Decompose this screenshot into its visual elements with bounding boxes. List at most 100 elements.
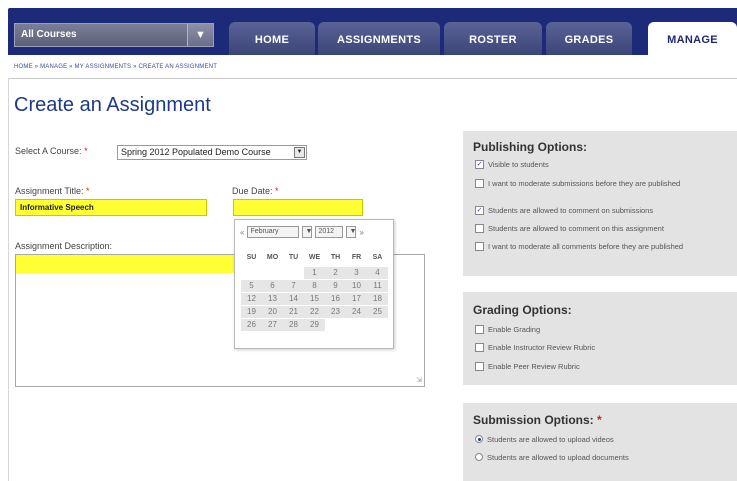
calendar-day[interactable]: 9 — [325, 280, 346, 292]
chevron-down-icon[interactable]: ▼ — [187, 24, 213, 46]
select-course-text: Select A Course: — [15, 146, 82, 156]
checkbox[interactable] — [475, 325, 484, 334]
calendar-day[interactable]: 6 — [262, 280, 283, 292]
option-comment-on-assignment[interactable]: Students are allowed to comment on this … — [475, 224, 730, 233]
calendar-day[interactable]: 14 — [283, 293, 304, 305]
required-mark: * — [86, 186, 90, 196]
calendar-day[interactable]: 23 — [325, 306, 346, 318]
due-date-input[interactable] — [233, 199, 363, 216]
calendar-day[interactable]: 17 — [346, 293, 367, 305]
weekday-label: SA — [372, 254, 383, 261]
chevron-down-icon[interactable]: ▼ — [294, 147, 305, 158]
tab-home[interactable]: HOME — [229, 22, 315, 55]
next-month-button[interactable]: » — [359, 228, 363, 237]
calendar-day[interactable]: 10 — [346, 280, 367, 292]
calendar-day[interactable]: 12 — [241, 293, 262, 305]
calendar-day[interactable]: 3 — [346, 267, 367, 279]
option-moderate-comments[interactable]: I want to moderate all comments before t… — [475, 242, 730, 251]
course-selector[interactable]: All Courses ▼ — [14, 23, 214, 47]
option-label: I want to moderate submissions before th… — [488, 179, 681, 188]
title-label: Assignment Title: * — [15, 186, 90, 196]
header-divider — [8, 78, 737, 79]
radio-selected[interactable] — [475, 435, 483, 443]
top-navigation: All Courses ▼ HOME ASSIGNMENTS ROSTER GR… — [0, 0, 737, 55]
tab-manage[interactable]: MANAGE — [648, 22, 737, 55]
course-dropdown[interactable]: Spring 2012 Populated Demo Course ▼ — [117, 145, 307, 160]
calendar-day-empty — [367, 319, 388, 331]
calendar-day[interactable]: 1 — [304, 267, 325, 279]
calendar-day[interactable]: 20 — [262, 306, 283, 318]
checkbox[interactable] — [475, 242, 484, 251]
prev-month-button[interactable]: « — [240, 228, 244, 237]
calendar-grid: SU MO TU WE TH FR SA 1 2 3 4 5 6 7 8 9 1… — [241, 254, 389, 331]
calendar-day-empty — [241, 267, 262, 279]
option-label: Enable Instructor Review Rubric — [488, 343, 596, 352]
calendar-day-empty — [325, 319, 346, 331]
year-select[interactable]: 2012 — [315, 226, 344, 238]
title-label-text: Assignment Title: — [15, 186, 84, 196]
calendar-day[interactable]: 26 — [241, 319, 262, 331]
calendar-day[interactable]: 15 — [304, 293, 325, 305]
option-instructor-rubric[interactable]: Enable Instructor Review Rubric — [475, 343, 730, 352]
option-upload-documents[interactable]: Students are allowed to upload documents — [475, 453, 730, 462]
assignment-title-input[interactable]: Informative Speech — [15, 199, 207, 216]
chevron-down-icon[interactable]: ▼ — [302, 226, 313, 238]
tab-assignments[interactable]: ASSIGNMENTS — [318, 22, 440, 55]
resize-grip-icon[interactable]: ⇲ — [416, 376, 422, 384]
option-label: Visible to students — [488, 160, 549, 169]
content-border — [8, 78, 9, 481]
submission-options-text: Submission Options: — [473, 413, 594, 427]
publishing-options-panel: Publishing Options: ✓ Visible to student… — [463, 131, 737, 276]
calendar-day[interactable]: 25 — [367, 306, 388, 318]
calendar-day[interactable]: 4 — [367, 267, 388, 279]
month-select[interactable]: February — [247, 226, 300, 238]
required-mark: * — [84, 146, 88, 156]
option-label: Enable Grading — [488, 325, 541, 334]
checkbox[interactable] — [475, 362, 484, 371]
calendar-day[interactable]: 24 — [346, 306, 367, 318]
calendar-day[interactable]: 22 — [304, 306, 325, 318]
checkbox-checked[interactable]: ✓ — [475, 160, 484, 169]
publishing-options-title: Publishing Options: — [473, 140, 587, 154]
calendar-day[interactable]: 11 — [367, 280, 388, 292]
calendar-day[interactable]: 13 — [262, 293, 283, 305]
weekday-label: TU — [288, 254, 299, 261]
radio[interactable] — [475, 453, 483, 461]
calendar-day[interactable]: 28 — [283, 319, 304, 331]
weekday-label: FR — [351, 254, 362, 261]
checkbox[interactable] — [475, 179, 484, 188]
tab-roster[interactable]: ROSTER — [444, 22, 542, 55]
chevron-down-icon[interactable]: ▼ — [346, 226, 357, 238]
calendar-day[interactable]: 7 — [283, 280, 304, 292]
calendar-day[interactable]: 18 — [367, 293, 388, 305]
calendar-day[interactable]: 19 — [241, 306, 262, 318]
calendar-day[interactable]: 16 — [325, 293, 346, 305]
required-mark: * — [275, 186, 279, 196]
calendar-day[interactable]: 27 — [262, 319, 283, 331]
weekday-label: MO — [266, 254, 279, 261]
weekday-label: SU — [246, 254, 257, 261]
option-moderate-submissions[interactable]: I want to moderate submissions before th… — [475, 179, 730, 188]
option-visible-to-students[interactable]: ✓ Visible to students — [475, 160, 730, 169]
option-enable-grading[interactable]: Enable Grading — [475, 325, 730, 334]
calendar-day[interactable]: 29 — [304, 319, 325, 331]
calendar-day[interactable]: 5 — [241, 280, 262, 292]
option-comment-on-submissions[interactable]: ✓ Students are allowed to comment on sub… — [475, 206, 730, 215]
calendar-day[interactable]: 21 — [283, 306, 304, 318]
calendar-day[interactable]: 8 — [304, 280, 325, 292]
checkbox[interactable] — [475, 224, 484, 233]
calendar-header: « February ▼ 2012 ▼ » — [240, 225, 364, 239]
calendar-day[interactable]: 2 — [325, 267, 346, 279]
option-peer-rubric[interactable]: Enable Peer Review Rubric — [475, 362, 730, 371]
breadcrumb[interactable]: HOME » MANAGE » MY ASSIGNMENTS » CREATE … — [14, 64, 217, 70]
option-label: Enable Peer Review Rubric — [488, 362, 580, 371]
option-upload-videos[interactable]: Students are allowed to upload videos — [475, 435, 730, 444]
calendar-day-empty — [346, 319, 367, 331]
date-picker-calendar[interactable]: « February ▼ 2012 ▼ » SU MO TU WE TH FR … — [234, 219, 394, 349]
checkmark-icon: ✓ — [476, 161, 483, 168]
tab-grades[interactable]: GRADES — [546, 22, 632, 55]
checkbox[interactable] — [475, 343, 484, 352]
checkbox-checked[interactable]: ✓ — [475, 206, 484, 215]
description-highlight — [16, 255, 234, 273]
page-title: Create an Assignment — [14, 94, 211, 116]
